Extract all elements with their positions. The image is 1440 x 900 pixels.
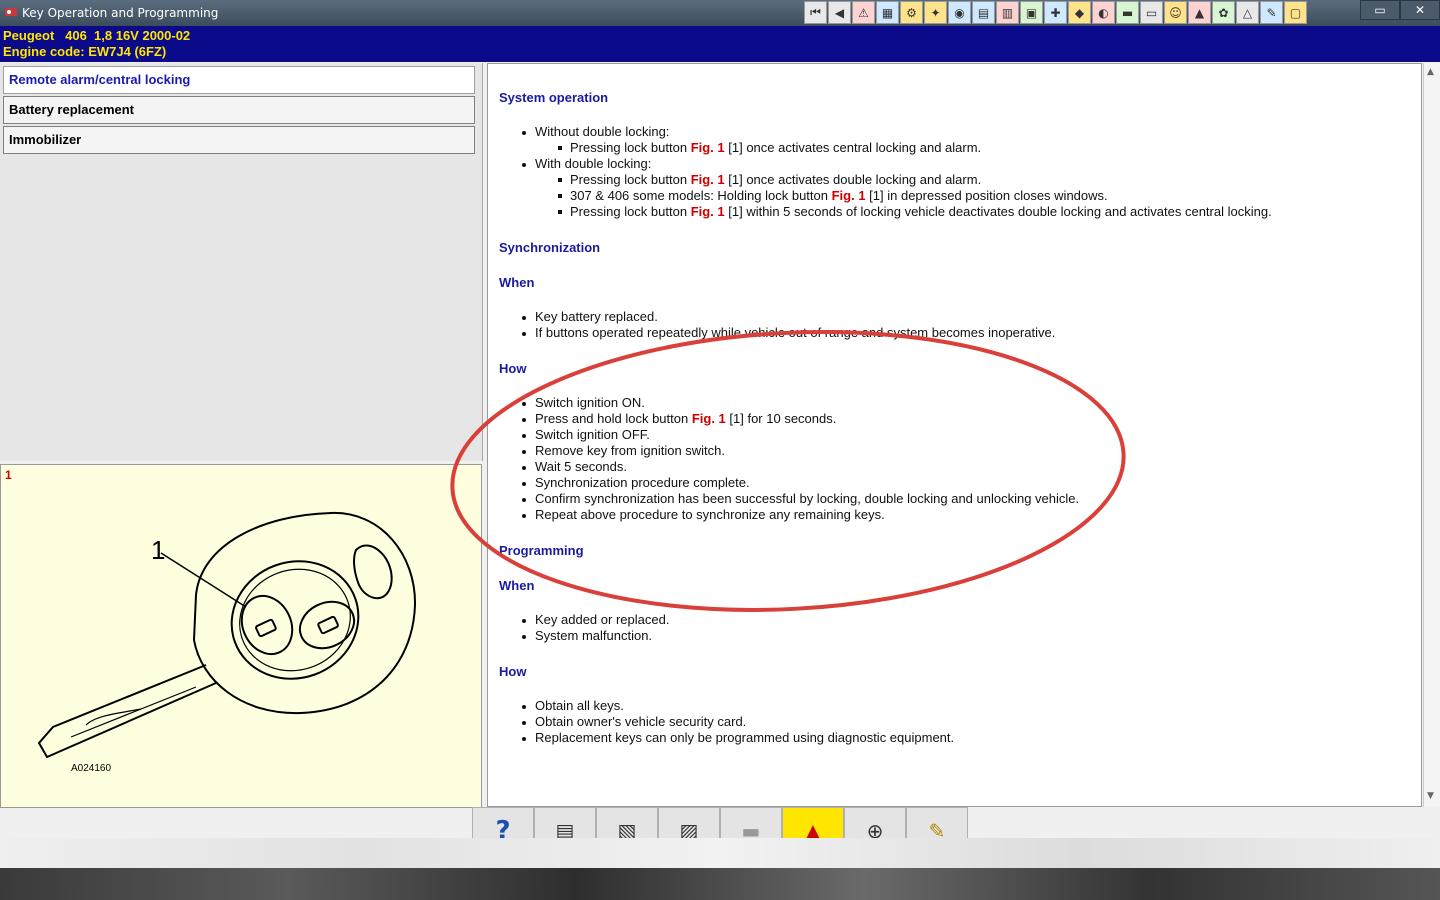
top-toolbar: ⏮ ◀ ⚠ ▦ ⚙ ✦ ◉ ▤ ▥ ▣ ✚ ◆ ◐ ▬ ▭ ☺ ▲ ✿ △ ✎ … [804, 1, 1307, 25]
list-item: Switch ignition OFF. [522, 427, 650, 442]
list-item: Pressing lock button Fig. 1 [1] within 5… [558, 204, 1272, 219]
sidebar: Remote alarm/central locking Battery rep… [0, 63, 483, 461]
chart-icon[interactable]: ▥ [996, 1, 1019, 24]
fig-link[interactable]: Fig. 1 [691, 140, 725, 155]
alert-icon[interactable]: △ [1236, 1, 1259, 24]
oil-icon[interactable]: ◆ [1068, 1, 1091, 24]
app-icon [4, 5, 18, 19]
map-icon[interactable]: ▤ [972, 1, 995, 24]
person-icon[interactable]: ☺ [1164, 1, 1187, 24]
minimize-button[interactable]: ▭ [1360, 0, 1400, 20]
window-title: Key Operation and Programming [22, 6, 219, 20]
heading-when: When [499, 578, 535, 593]
figure-callout: 1 [151, 535, 166, 565]
list-item: Wait 5 seconds. [521, 459, 628, 474]
list-item: 307 & 406 some models: Holding lock butt… [558, 188, 1108, 203]
fig-link[interactable]: Fig. 1 [832, 188, 866, 203]
wrench-icon[interactable]: ✚ [1044, 1, 1067, 24]
list-item: Replacement keys can only be programmed … [521, 730, 955, 745]
fig-link[interactable]: Fig. 1 [691, 204, 725, 219]
back-icon[interactable]: ◀ [828, 1, 851, 24]
engine-icon[interactable]: ⚙ [900, 1, 923, 24]
battery-icon[interactable]: ▣ [1020, 1, 1043, 24]
first-icon[interactable]: ⏮ [804, 1, 827, 24]
list-item: Without double locking: [521, 124, 670, 139]
key-illustration [37, 511, 417, 759]
heading-system-operation: System operation [499, 90, 609, 105]
timing-icon[interactable]: ◐ [1092, 1, 1115, 24]
service-icon[interactable]: ✎ [1260, 1, 1283, 24]
heading-synchronization: Synchronization [499, 240, 601, 255]
list-item: Switch ignition ON. [522, 395, 645, 410]
list-item: Remove key from ignition switch. [521, 443, 726, 458]
list-item: Key added or replaced. [521, 612, 670, 627]
tools-icon[interactable]: ✦ [924, 1, 947, 24]
list-item: If buttons operated repeatedly while veh… [521, 325, 1056, 340]
list-item: Confirm synchronization has been success… [521, 491, 1080, 506]
gauge-icon[interactable]: ◉ [948, 1, 971, 24]
figure-reference: A024160 [71, 763, 112, 774]
book-icon[interactable]: ▭ [1140, 1, 1163, 24]
list-item: Obtain owner's vehicle security card. [521, 714, 747, 729]
list-item: Synchronization procedure complete. [522, 475, 750, 490]
vehicle-model: Peugeot 406 1,8 16V 2000-02 [3, 28, 191, 43]
heading-how: How [499, 664, 527, 679]
fan-icon[interactable]: ✿ [1212, 1, 1235, 24]
close-button[interactable]: ✕ [1400, 0, 1440, 20]
content-panel: System operation Without double locking:… [450, 63, 1422, 807]
scrollbar[interactable]: ▲ ▼ [1423, 63, 1440, 807]
taskbar [0, 868, 1440, 900]
list-item: Key battery replaced. [522, 309, 658, 324]
scroll-down-icon[interactable]: ▼ [1427, 791, 1434, 801]
settings-icon[interactable]: ▬ [1116, 1, 1139, 24]
diagram-icon[interactable]: ▦ [876, 1, 899, 24]
sidebar-item-immobilizer[interactable]: Immobilizer [3, 126, 475, 154]
list-item: Pressing lock button Fig. 1 [1] once act… [557, 172, 982, 187]
fig-link[interactable]: Fig. 1 [691, 172, 725, 187]
vehicle-header: Peugeot 406 1,8 16V 2000-02 Engine code:… [0, 26, 1440, 62]
note-icon[interactable]: ▢ [1284, 1, 1307, 24]
list-item: With double locking: [521, 156, 652, 171]
fig-link[interactable]: Fig. 1 [692, 411, 726, 426]
heading-when: When [499, 275, 535, 290]
heading-programming: Programming [499, 543, 584, 558]
sidebar-item-battery-replacement[interactable]: Battery replacement [3, 96, 475, 124]
list-item: Obtain all keys. [522, 698, 624, 713]
list-item: Pressing lock button Fig. 1 [1] once act… [557, 140, 982, 155]
list-item: Press and hold lock button Fig. 1 [1] fo… [521, 411, 837, 426]
list-item: System malfunction. [521, 628, 653, 643]
car-icon[interactable]: ▲ [1188, 1, 1211, 24]
engine-code: Engine code: EW7J4 (6FZ) [3, 44, 167, 59]
status-strip [0, 838, 1440, 868]
heading-how: How [499, 361, 527, 376]
scroll-up-icon[interactable]: ▲ [1427, 67, 1434, 77]
sidebar-item-remote-alarm[interactable]: Remote alarm/central locking [3, 66, 475, 94]
title-bar: Key Operation and Programming ⏮ ◀ ⚠ ▦ ⚙ … [0, 0, 1440, 26]
warning-icon[interactable]: ⚠ [852, 1, 875, 24]
figure-panel: 1 1 A024160 [0, 464, 482, 808]
list-item: Repeat above procedure to synchronize an… [522, 507, 885, 522]
